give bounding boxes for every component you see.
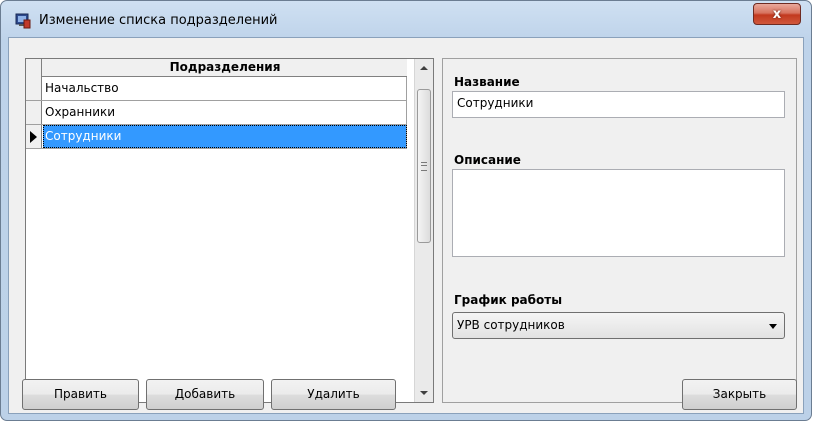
grid-header: Подразделения: [26, 59, 407, 77]
close-button[interactable]: Закрыть: [682, 379, 797, 410]
grip-icon: [421, 162, 427, 171]
departments-grid: Подразделения Начальство Охранники Сотру…: [25, 58, 434, 403]
table-row[interactable]: Начальство: [26, 77, 407, 101]
chevron-down-icon: [769, 324, 777, 329]
description-label: Описание: [454, 153, 521, 167]
title-bar[interactable]: Изменение списка подразделений x: [1, 1, 811, 37]
row-label[interactable]: Охранники: [43, 101, 407, 124]
row-indicator: [26, 125, 42, 148]
dialog-window: Изменение списка подразделений x Подразд…: [0, 0, 812, 421]
description-field[interactable]: [452, 169, 785, 257]
row-indicator: [26, 101, 42, 124]
table-row-selected[interactable]: Сотрудники: [26, 125, 407, 149]
schedule-select[interactable]: УРВ сотрудников: [452, 312, 785, 339]
name-label: Название: [454, 75, 520, 89]
schedule-label: График работы: [454, 293, 563, 307]
delete-button[interactable]: Удалить: [271, 379, 396, 410]
table-row[interactable]: Охранники: [26, 101, 407, 125]
dialog-client-area: Подразделения Начальство Охранники Сотру…: [8, 37, 804, 414]
arrow-down-icon: [420, 391, 428, 395]
scroll-down-button[interactable]: [415, 384, 433, 402]
window-title: Изменение списка подразделений: [39, 13, 278, 28]
column-header-departments[interactable]: Подразделения: [43, 59, 407, 76]
grid-indicator-header: [26, 59, 42, 77]
schedule-selected-value: УРВ сотрудников: [457, 318, 565, 332]
grid-vertical-scrollbar[interactable]: [414, 59, 433, 402]
scroll-thumb[interactable]: [417, 89, 431, 243]
close-icon: x: [772, 6, 782, 22]
arrow-up-icon: [420, 66, 428, 70]
scroll-up-button[interactable]: [415, 59, 433, 77]
row-indicator: [26, 77, 42, 100]
edit-button[interactable]: Править: [22, 379, 139, 410]
row-label[interactable]: Сотрудники: [43, 125, 407, 148]
window-close-button[interactable]: x: [753, 3, 801, 25]
app-window-icon: [15, 13, 31, 29]
current-row-arrow-icon: [30, 131, 37, 143]
department-details-panel: Название Сотрудники Описание График рабо…: [442, 58, 797, 403]
name-field[interactable]: Сотрудники: [452, 91, 785, 118]
row-label[interactable]: Начальство: [43, 77, 407, 100]
add-button[interactable]: Добавить: [146, 379, 264, 410]
